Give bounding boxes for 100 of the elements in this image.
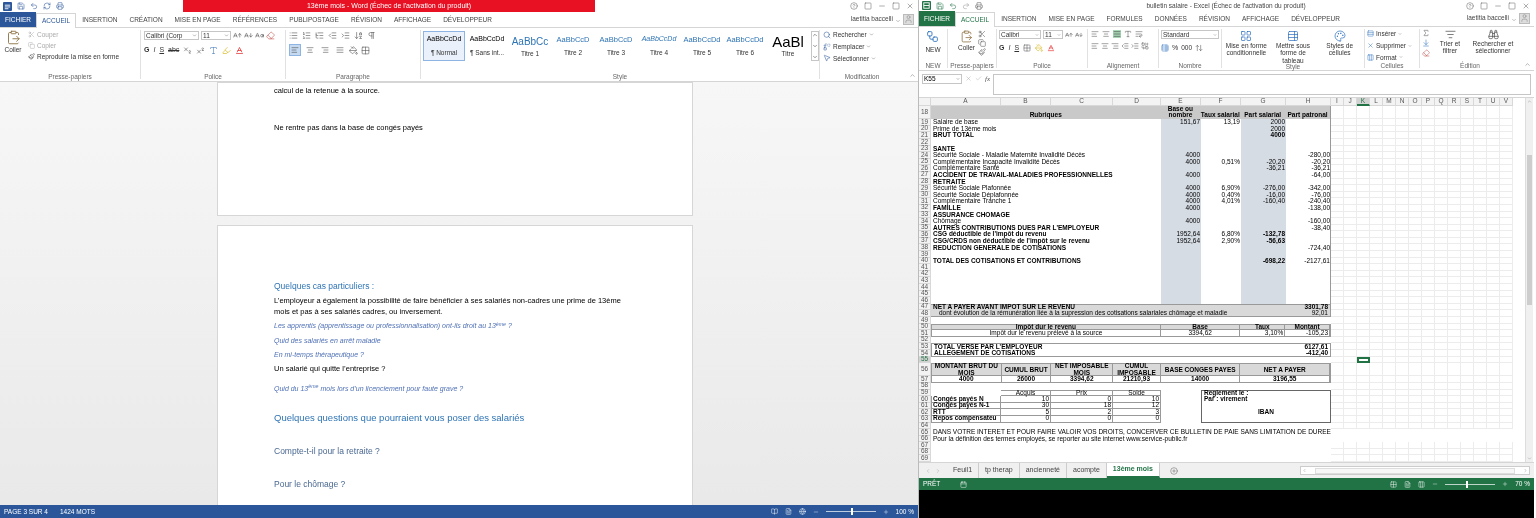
add-sheet-icon[interactable] [1169, 466, 1178, 475]
maximize-icon[interactable] [892, 2, 900, 10]
save-icon[interactable] [936, 1, 944, 10]
read-mode-icon[interactable] [770, 508, 778, 515]
excel-logo-icon[interactable] [922, 1, 931, 10]
shrink-font-icon[interactable] [244, 31, 253, 40]
collapse-ribbon-icon[interactable] [909, 72, 916, 79]
decrease-indent-icon[interactable] [1121, 42, 1129, 50]
vertical-scrollbar[interactable] [1525, 98, 1533, 462]
change-case-icon[interactable] [255, 31, 264, 40]
align-button[interactable] [319, 44, 331, 56]
align-button[interactable] [289, 44, 301, 56]
autosum-icon[interactable] [1422, 29, 1430, 37]
flowchart-icon [926, 30, 940, 43]
increase-indent-icon[interactable] [341, 31, 350, 40]
caret-icon [1398, 31, 1403, 36]
normal-view-icon[interactable] [1390, 480, 1398, 488]
web-layout-icon[interactable] [798, 508, 806, 515]
scroll-thumb[interactable] [1315, 467, 1515, 474]
help-icon[interactable] [1466, 1, 1474, 10]
align-button[interactable] [304, 44, 316, 56]
clear-format-icon[interactable] [266, 31, 275, 40]
numbered-list-icon[interactable] [302, 31, 311, 40]
top-align-icon[interactable] [1091, 30, 1099, 38]
font-color-icon[interactable] [1047, 44, 1056, 53]
align-left-icon[interactable] [1091, 42, 1099, 50]
horizontal-scrollbar[interactable] [1300, 466, 1530, 475]
document-text: Compte-t-il pour la retraite ? [274, 445, 380, 456]
increase-indent-icon[interactable] [1131, 42, 1139, 50]
sort-icon[interactable] [354, 31, 363, 40]
decimal-icon[interactable] [1195, 44, 1204, 53]
fill-icon[interactable] [1422, 39, 1430, 47]
document-text: Pour le chômage ? [274, 478, 346, 489]
scissors-icon [28, 31, 35, 39]
text-effects-icon[interactable] [209, 45, 219, 55]
avatar-icon[interactable] [903, 14, 914, 25]
superscript-icon[interactable] [196, 45, 206, 55]
maximize-icon[interactable] [1508, 1, 1516, 10]
grow-font-icon[interactable] [233, 31, 242, 40]
enter-icon[interactable] [975, 75, 982, 82]
avatar-icon[interactable] [1519, 13, 1530, 24]
font-color-icon[interactable] [235, 45, 245, 55]
cut-icon[interactable] [978, 30, 986, 38]
select-all-corner[interactable] [919, 98, 931, 106]
multilevel-list-icon[interactable] [315, 31, 324, 40]
page-layout-icon[interactable] [1404, 480, 1412, 488]
word-logo-icon[interactable] [3, 1, 12, 11]
ribbon-display-icon[interactable] [864, 2, 872, 10]
help-icon[interactable] [850, 2, 858, 10]
decrease-indent-icon[interactable] [328, 31, 337, 40]
bullet-list-icon[interactable] [289, 31, 298, 40]
cancel-icon[interactable] [965, 75, 972, 82]
zoom-in-icon[interactable] [882, 508, 889, 515]
printer-icon[interactable] [56, 2, 64, 10]
previous-sheet-icon[interactable] [925, 467, 931, 474]
highlighter-icon[interactable] [222, 45, 232, 55]
print-layout-icon[interactable] [784, 508, 792, 515]
borders-icon[interactable] [1023, 44, 1032, 53]
undo-icon[interactable] [949, 1, 957, 10]
repeat-icon[interactable] [43, 2, 51, 10]
next-sheet-icon[interactable] [935, 467, 941, 474]
filter-icon [1444, 29, 1456, 40]
zoom-out-icon[interactable] [812, 508, 819, 515]
close-icon[interactable] [1522, 1, 1530, 10]
grow-font-icon[interactable] [1065, 30, 1073, 39]
format-painter-icon[interactable] [978, 48, 986, 56]
save-icon[interactable] [17, 2, 25, 10]
scroll-thumb[interactable] [1527, 155, 1532, 305]
align-button[interactable] [334, 44, 346, 56]
align-right-icon[interactable] [1111, 42, 1119, 50]
clear-icon[interactable] [1422, 49, 1430, 57]
redo-icon[interactable] [962, 1, 970, 10]
page-break-icon[interactable] [1418, 480, 1426, 488]
merge-icon[interactable] [1141, 42, 1149, 50]
zoom-thumb[interactable] [1466, 480, 1469, 488]
borders-icon[interactable] [361, 45, 370, 55]
shrink-font-icon[interactable] [1075, 30, 1083, 39]
fill-color-icon[interactable] [1035, 44, 1044, 53]
copy-icon[interactable] [978, 39, 986, 47]
undo-icon[interactable] [30, 2, 38, 10]
print-preview-icon[interactable] [975, 1, 983, 10]
zoom-in-icon[interactable] [1502, 481, 1509, 487]
ribbon-display-icon[interactable] [1480, 1, 1488, 10]
pilcrow-icon[interactable] [367, 31, 376, 40]
formula-field[interactable] [993, 74, 1531, 95]
bottom-align-icon[interactable] [1113, 30, 1121, 38]
active-cell[interactable] [1357, 356, 1370, 364]
shading-icon[interactable] [349, 45, 358, 55]
zoom-out-icon[interactable] [1432, 481, 1439, 487]
wrap-text-icon[interactable] [1135, 30, 1143, 38]
close-icon[interactable] [906, 2, 914, 10]
minimize-icon[interactable] [878, 2, 886, 10]
middle-align-icon[interactable] [1102, 30, 1110, 38]
more-icon [812, 54, 818, 60]
gallery-scroll[interactable] [811, 31, 819, 61]
align-center-icon[interactable] [1101, 42, 1109, 50]
collapse-ribbon-icon[interactable] [1524, 61, 1531, 68]
zoom-thumb[interactable] [850, 508, 853, 515]
subscript-icon[interactable] [183, 45, 193, 55]
pointer-icon [823, 54, 831, 63]
